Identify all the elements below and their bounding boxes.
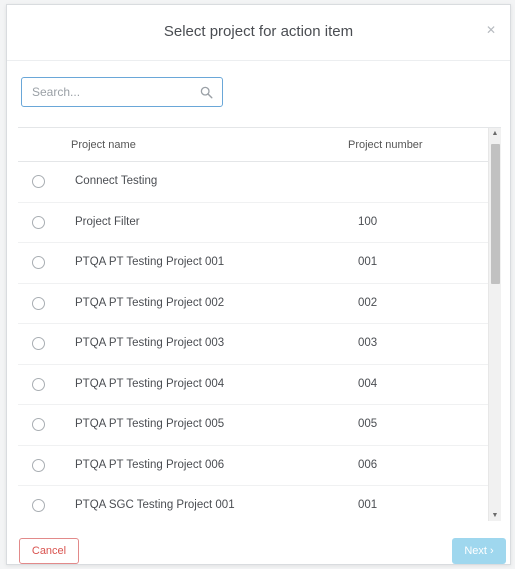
project-number-cell: 002 [358, 296, 378, 309]
table-row[interactable]: PTQA SGC Testing Project 001 001 [18, 486, 488, 521]
table-body: Connect Testing Project Filter 100 PTQA … [18, 162, 488, 521]
search-input[interactable] [22, 78, 192, 106]
table-row[interactable]: PTQA PT Testing Project 006 006 [18, 446, 488, 486]
search-icon[interactable] [200, 86, 213, 99]
table-scrollbar[interactable]: ▲ ▼ [488, 128, 501, 521]
scroll-up-arrow-icon[interactable]: ▲ [489, 128, 501, 140]
project-name-cell: Project Filter [75, 215, 140, 228]
table-row[interactable]: PTQA PT Testing Project 005 005 [18, 405, 488, 446]
project-name-cell: PTQA SGC Testing Project 001 [75, 499, 235, 511]
project-number-cell: 100 [358, 215, 378, 228]
project-number-cell: 003 [358, 337, 378, 349]
project-name-cell: PTQA PT Testing Project 002 [75, 296, 225, 309]
project-number-cell: 004 [358, 377, 378, 390]
project-table: Project name Project number Connect Test… [18, 127, 501, 521]
table-row[interactable]: PTQA PT Testing Project 001 001 [18, 243, 488, 284]
cancel-button[interactable]: Cancel [19, 538, 79, 564]
radio-button[interactable] [32, 499, 45, 512]
table-row[interactable]: PTQA PT Testing Project 002 002 [18, 284, 488, 324]
project-name-cell: PTQA PT Testing Project 004 [75, 377, 225, 390]
radio-button[interactable] [32, 215, 45, 229]
table-row[interactable]: PTQA PT Testing Project 003 003 [18, 324, 488, 365]
project-name-cell: Connect Testing [75, 175, 158, 187]
select-project-dialog: Select project for action item ✕ Project… [6, 4, 511, 565]
table-header: Project name Project number [18, 128, 488, 162]
radio-button[interactable] [32, 296, 45, 310]
scroll-down-arrow-icon[interactable]: ▼ [489, 510, 501, 521]
project-number-cell: 001 [358, 256, 378, 268]
column-header-project-number: Project number [348, 139, 423, 151]
radio-button[interactable] [32, 377, 45, 391]
radio-button[interactable] [32, 418, 45, 431]
project-number-cell: 005 [358, 418, 378, 430]
radio-button[interactable] [32, 175, 45, 188]
project-name-cell: PTQA PT Testing Project 006 [75, 458, 225, 471]
radio-button[interactable] [32, 337, 45, 350]
radio-button[interactable] [32, 458, 45, 472]
table-row[interactable]: PTQA PT Testing Project 004 004 [18, 365, 488, 405]
project-name-cell: PTQA PT Testing Project 001 [75, 256, 225, 268]
table-row[interactable]: Project Filter 100 [18, 203, 488, 243]
radio-button[interactable] [32, 256, 45, 269]
column-header-project-name: Project name [71, 139, 136, 151]
project-name-cell: PTQA PT Testing Project 003 [75, 337, 225, 349]
search-box [21, 77, 223, 107]
project-name-cell: PTQA PT Testing Project 005 [75, 418, 225, 430]
dialog-title: Select project for action item [163, 23, 354, 40]
scrollbar-thumb[interactable] [491, 144, 500, 284]
close-icon[interactable]: ✕ [484, 23, 498, 37]
project-number-cell: 006 [358, 458, 378, 471]
table-row[interactable]: Connect Testing [18, 162, 488, 203]
next-button[interactable]: Next › [452, 538, 506, 564]
project-number-cell: 001 [358, 499, 378, 511]
dialog-header: Select project for action item ✕ [7, 5, 510, 61]
